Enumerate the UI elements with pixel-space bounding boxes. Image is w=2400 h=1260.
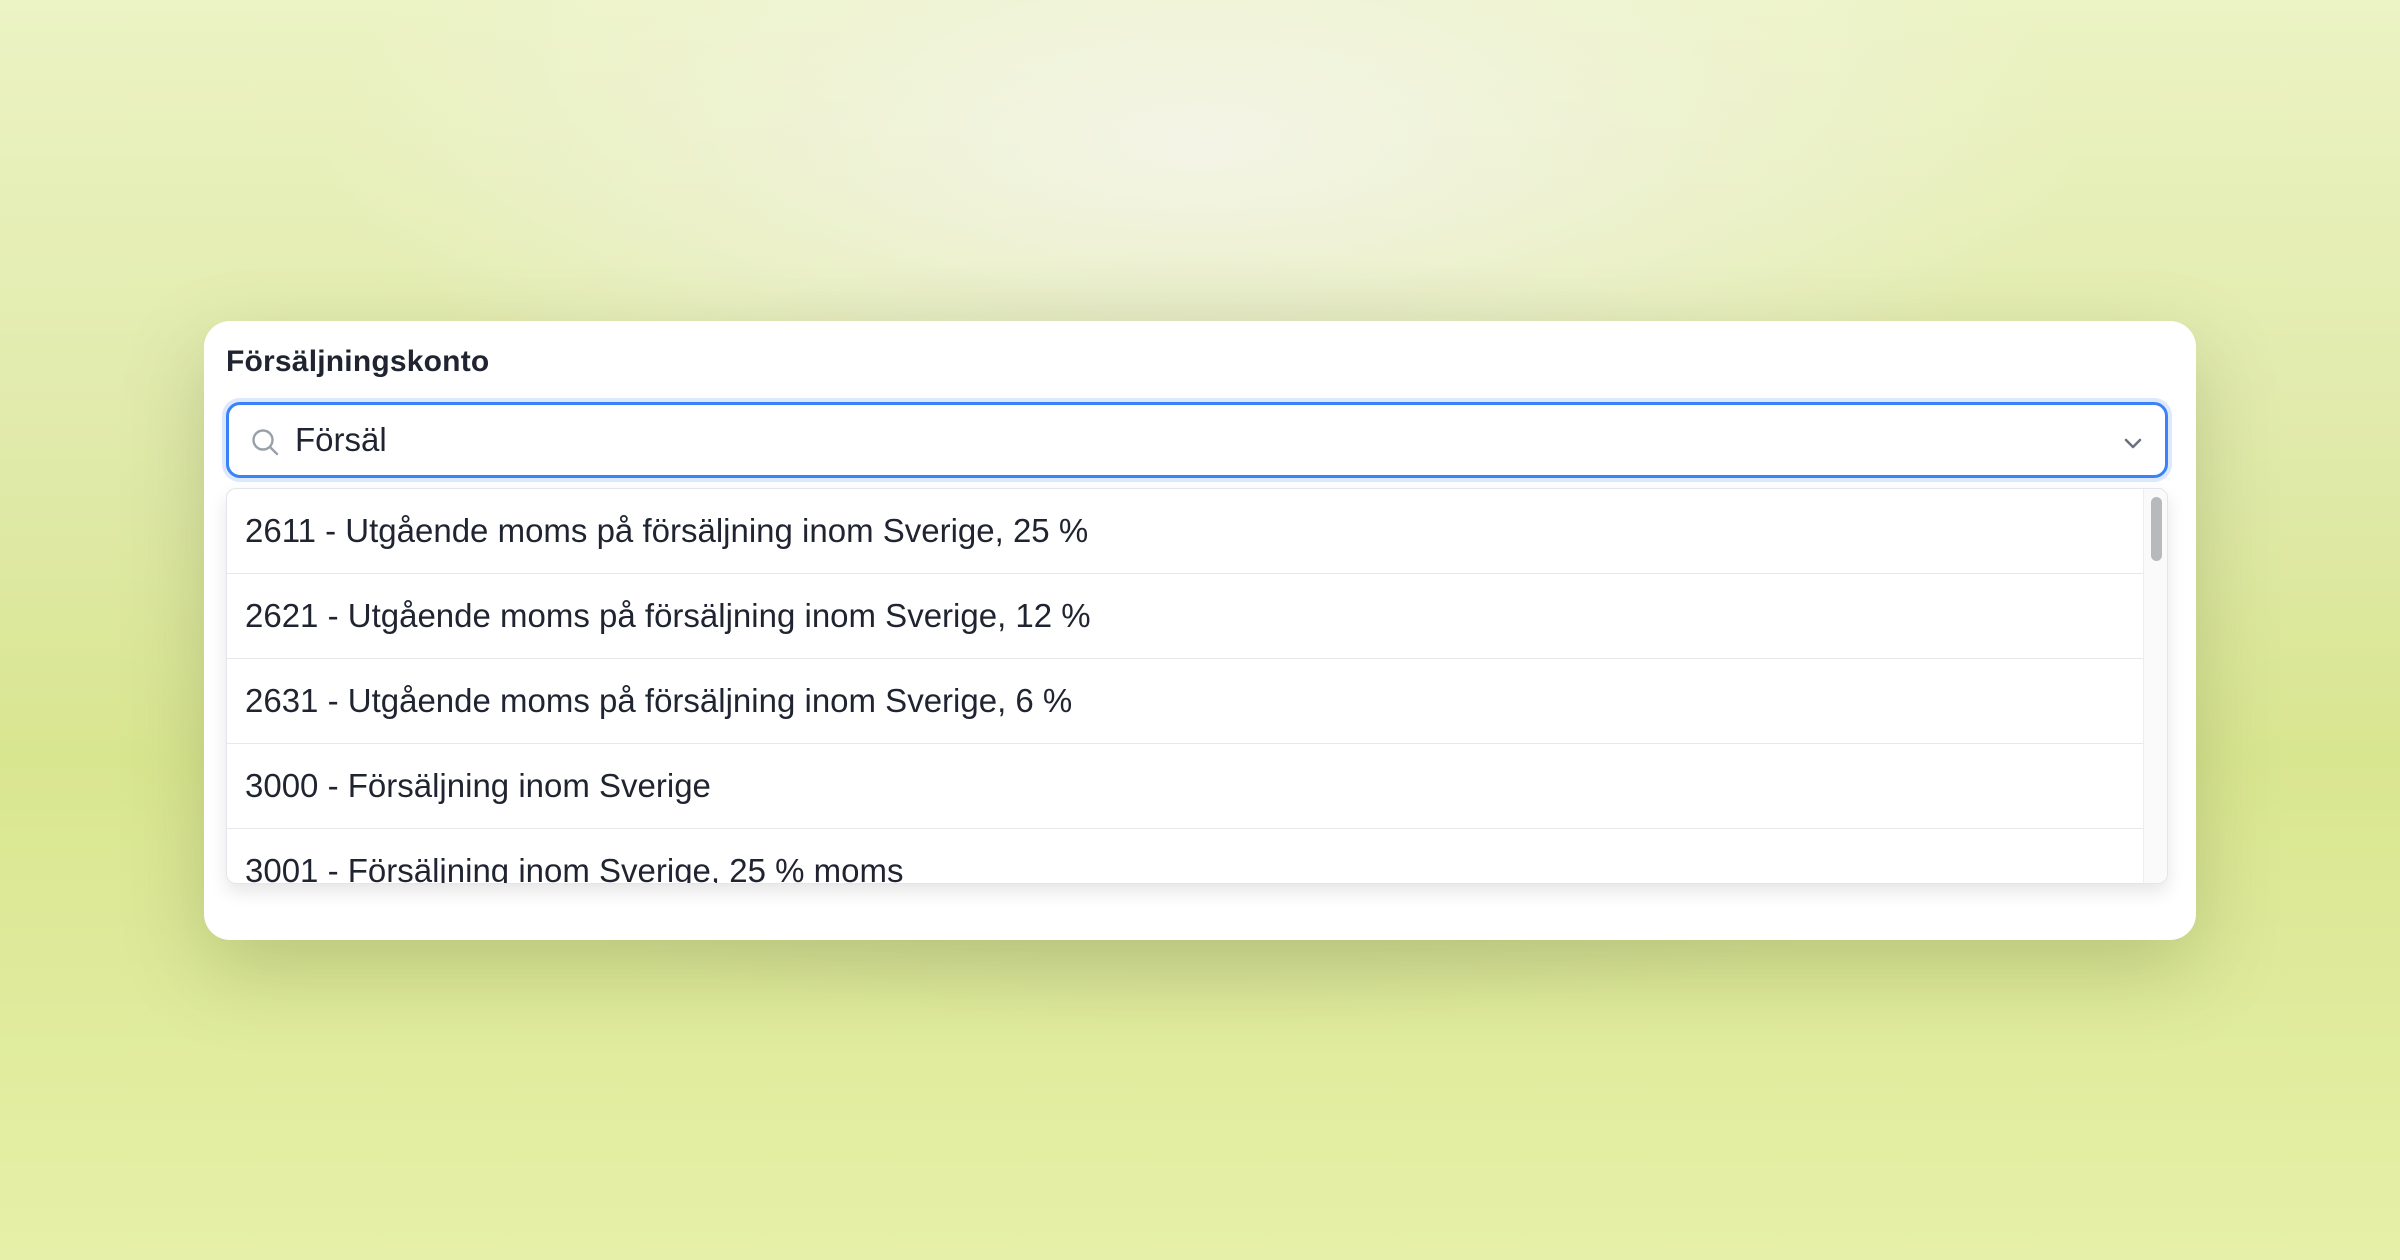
- options-list: 2611 - Utgående moms på försäljning inom…: [227, 489, 2144, 883]
- field-label: Försäljningskonto: [226, 345, 490, 378]
- account-combobox[interactable]: [226, 402, 2168, 478]
- option-item[interactable]: 3001 - Försäljning inom Sverige, 25 % mo…: [227, 829, 2144, 883]
- search-input[interactable]: [295, 413, 2075, 467]
- option-item[interactable]: 2611 - Utgående moms på försäljning inom…: [227, 489, 2144, 574]
- search-icon: [252, 429, 279, 456]
- account-select-card: Försäljningskonto 2611 - Utgående moms p…: [204, 321, 2196, 940]
- options-dropdown: 2611 - Utgående moms på försäljning inom…: [226, 488, 2168, 884]
- chevron-down-icon[interactable]: [2119, 429, 2147, 457]
- option-item[interactable]: 3000 - Försäljning inom Sverige: [227, 744, 2144, 829]
- scrollbar-thumb[interactable]: [2151, 497, 2162, 561]
- option-item[interactable]: 2631 - Utgående moms på försäljning inom…: [227, 659, 2144, 744]
- option-item[interactable]: 2621 - Utgående moms på försäljning inom…: [227, 574, 2144, 659]
- scrollbar-track[interactable]: [2143, 489, 2167, 883]
